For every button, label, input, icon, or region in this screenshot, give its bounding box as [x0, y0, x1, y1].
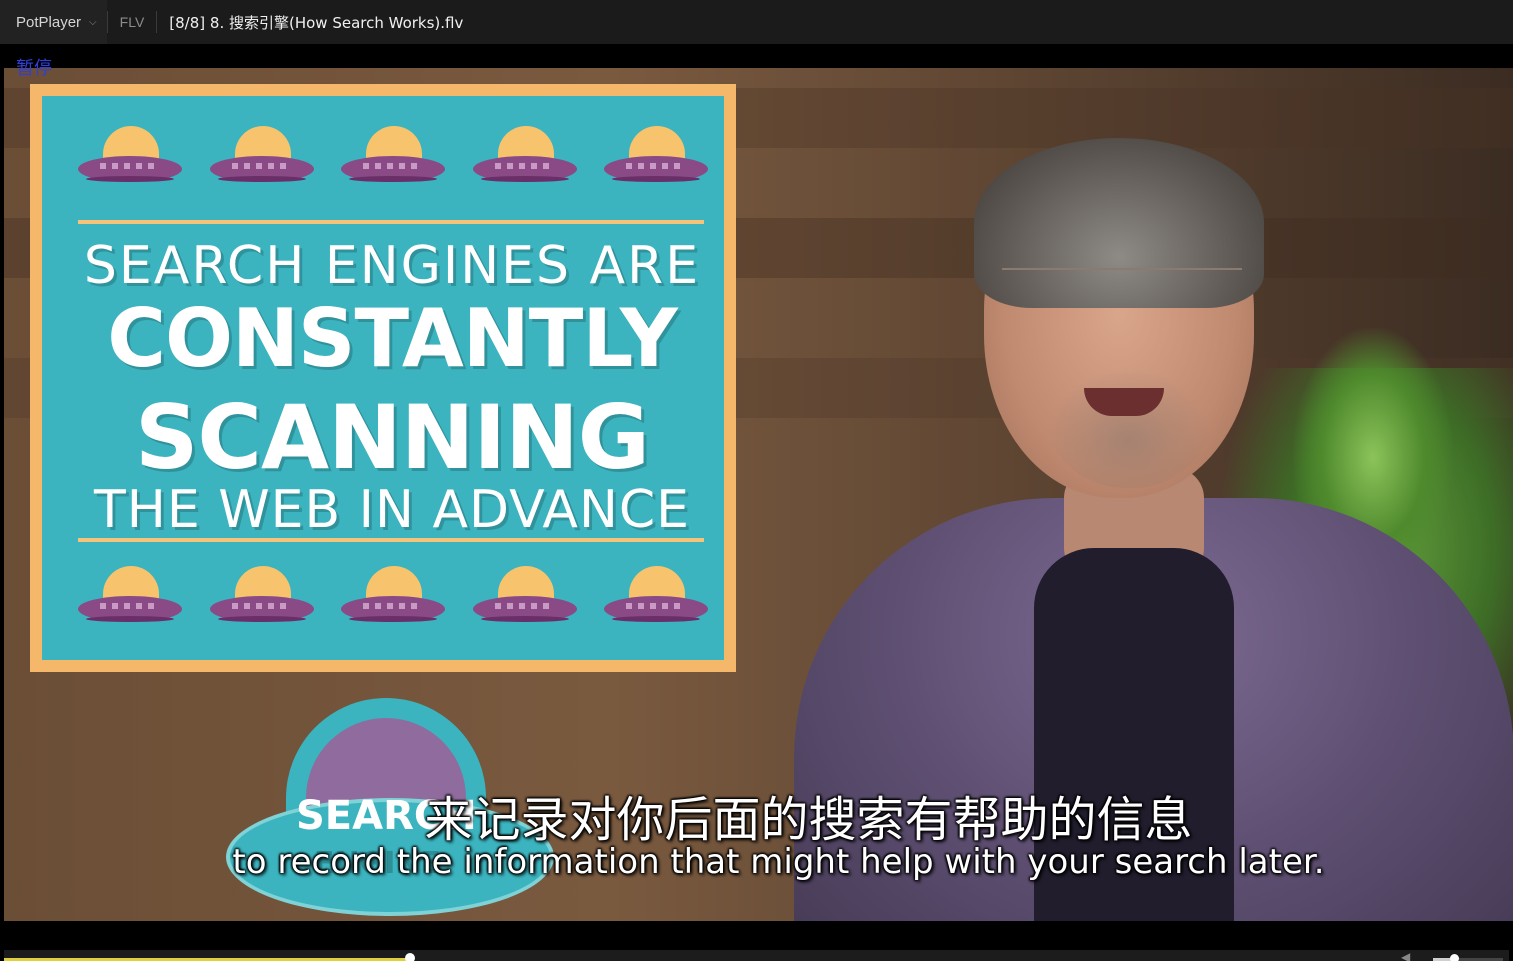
chevron-down-icon: ⌵ — [89, 16, 97, 28]
video-frame[interactable]: SEARCH ENGINES ARE CONSTANTLY SCANNING T… — [4, 68, 1513, 921]
ufo-icon — [472, 558, 577, 638]
ufo-icon — [604, 558, 708, 638]
title-card: SEARCH ENGINES ARE CONSTANTLY SCANNING T… — [30, 84, 736, 672]
divider — [78, 220, 704, 224]
potplayer-window: PotPlayer ⌵ FLV [8/8] 8. 搜索引擎(How Search… — [0, 0, 1513, 961]
card-line-2: CONSTANTLY — [107, 292, 678, 385]
ufo-row-top — [78, 118, 708, 198]
ufo-icon — [209, 558, 314, 638]
file-title: [8/8] 8. 搜索引擎(How Search Works).flv — [169, 13, 464, 32]
card-line-1: SEARCH ENGINES ARE — [83, 236, 701, 296]
title-bar: PotPlayer ⌵ FLV [8/8] 8. 搜索引擎(How Search… — [0, 0, 1513, 45]
ufo-icon — [341, 558, 445, 638]
speaker-icon[interactable]: ◀ — [1401, 951, 1415, 961]
title-card-inner: SEARCH ENGINES ARE CONSTANTLY SCANNING T… — [42, 96, 724, 660]
app-menu-button[interactable]: PotPlayer ⌵ — [0, 0, 107, 44]
ufo-row-bottom — [78, 558, 708, 638]
card-line-3: SCANNING — [135, 386, 650, 489]
app-name-label: PotPlayer — [16, 13, 82, 31]
ufo-icon — [341, 118, 445, 198]
card-line-4: THE WEB IN ADVANCE — [93, 480, 691, 540]
subtitle-english: to record the information that might hel… — [232, 842, 1325, 882]
control-bar: ◀ — [0, 922, 1513, 961]
ufo-icon — [209, 118, 314, 198]
ufo-icon — [472, 118, 577, 198]
format-label: FLV — [119, 14, 145, 30]
ufo-icon — [78, 118, 182, 198]
ufo-icon — [78, 558, 182, 638]
presenter-glasses — [1002, 268, 1242, 310]
playback-status-text: 暂停 — [16, 58, 52, 79]
volume-thumb[interactable] — [1450, 954, 1459, 961]
seek-thumb[interactable] — [405, 953, 415, 961]
ufo-icon — [604, 118, 708, 198]
divider — [78, 538, 704, 542]
subtitle-chinese: 来记录对你后面的搜索有帮助的信息 — [424, 792, 1193, 848]
